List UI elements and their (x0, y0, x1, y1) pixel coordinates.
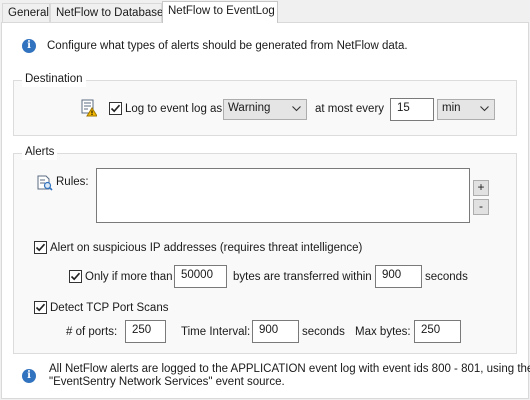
tab-netflow-to-eventlog-label: NetFlow to EventLog (168, 5, 275, 17)
add-rule-button[interactable]: + (473, 180, 489, 196)
max-bytes-value: 250 (421, 324, 441, 336)
only-if-checkbox[interactable] (69, 270, 82, 283)
checkmark-icon (35, 303, 46, 312)
remove-rule-button[interactable]: - (473, 199, 489, 215)
ports-value: 250 (132, 324, 152, 336)
chevron-down-icon (292, 106, 301, 112)
footer-text-line2: "EventSentry Network Services" event sou… (49, 376, 285, 388)
checkmark-icon (35, 243, 46, 252)
tab-general[interactable]: General (2, 3, 50, 22)
log-to-event-log-label: Log to event log as (125, 103, 223, 115)
seconds-threshold-value: 900 (382, 269, 402, 281)
ports-input[interactable]: 250 (125, 320, 166, 343)
suspicious-ip-checkbox[interactable] (34, 241, 47, 254)
alerts-title: Alerts (22, 146, 58, 160)
time-interval-value: 900 (259, 324, 279, 336)
time-interval-input[interactable]: 900 (252, 320, 299, 343)
event-log-warning-icon (81, 99, 98, 117)
time-interval-unit: seconds (302, 326, 345, 338)
bytes-threshold-value: 50000 (181, 269, 213, 281)
ports-label: # of ports: (66, 326, 118, 338)
log-to-event-log-checkbox[interactable] (109, 102, 122, 115)
tab-netflow-to-database[interactable]: NetFlow to Database (50, 3, 164, 22)
tcp-scan-checkbox[interactable] (34, 301, 47, 314)
only-if-label: Only if more than (85, 271, 173, 283)
suspicious-ip-label: Alert on suspicious IP addresses (requir… (50, 242, 363, 254)
max-bytes-label: Max bytes: (355, 326, 411, 338)
tab-netflow-to-database-label: NetFlow to Database (56, 7, 164, 19)
intro-text: Configure what types of alerts should be… (47, 40, 408, 52)
bytes-transferred-label: bytes are transferred within (233, 271, 372, 283)
time-interval-label: Time Interval: (181, 326, 251, 338)
at-most-every-label: at most every (315, 103, 385, 115)
rules-label: Rules: (56, 176, 89, 188)
info-icon: i (22, 369, 36, 383)
tab-netflow-to-eventlog[interactable]: NetFlow to EventLog (162, 1, 278, 23)
max-bytes-input[interactable]: 250 (414, 320, 461, 343)
tcp-scan-label: Detect TCP Port Scans (50, 302, 169, 314)
destination-title: Destination (22, 73, 86, 87)
interval-unit-value: min (442, 102, 461, 114)
tab-general-label: General (8, 7, 49, 19)
severity-value: Warning (228, 102, 271, 114)
bytes-threshold-input[interactable]: 50000 (174, 265, 227, 288)
checkmark-icon (70, 272, 81, 281)
seconds-label: seconds (425, 271, 468, 283)
checkmark-icon (110, 104, 121, 113)
severity-select[interactable]: Warning (223, 99, 307, 120)
rules-list[interactable] (96, 168, 470, 223)
rules-document-icon (37, 175, 53, 191)
interval-unit-select[interactable]: min (437, 99, 495, 120)
chevron-down-icon (480, 106, 489, 112)
seconds-threshold-input[interactable]: 900 (375, 265, 422, 288)
footer-text-line1: All NetFlow alerts are logged to the APP… (49, 363, 530, 375)
info-icon: i (22, 39, 36, 53)
interval-input[interactable]: 15 (390, 98, 434, 121)
interval-value: 15 (397, 102, 410, 114)
